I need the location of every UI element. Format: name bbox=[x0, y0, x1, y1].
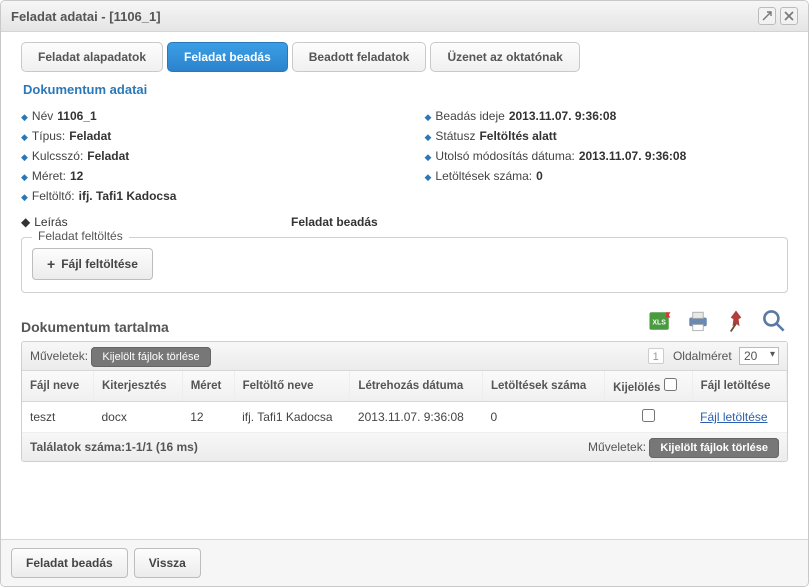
delete-selected-bottom-button[interactable]: Kijelölt fájlok törlése bbox=[649, 438, 779, 458]
label-name: Név bbox=[32, 109, 53, 123]
close-icon[interactable] bbox=[780, 7, 798, 25]
export-icon-strip: XLS bbox=[646, 307, 788, 335]
ops-label-bottom: Műveletek: bbox=[588, 440, 646, 454]
titlebar: Feladat adatai - [1106_1] bbox=[1, 1, 808, 32]
upload-file-button[interactable]: + Fájl feltöltése bbox=[32, 248, 153, 280]
expand-icon[interactable] bbox=[758, 7, 776, 25]
label-lastmod: Utolsó módosítás dátuma: bbox=[435, 149, 574, 163]
label-uploader: Feltöltő: bbox=[32, 189, 75, 203]
search-icon[interactable] bbox=[760, 307, 788, 335]
label-submit-time: Beadás ideje bbox=[435, 109, 504, 123]
col-select[interactable]: Kijelölés bbox=[605, 371, 693, 402]
window-title: Feladat adatai - [1106_1] bbox=[11, 9, 161, 24]
pagesize-select[interactable]: 20 bbox=[739, 347, 779, 365]
value-description: Feladat beadás bbox=[291, 215, 378, 229]
plus-icon: + bbox=[47, 256, 55, 272]
bullet-icon: ◆ bbox=[425, 169, 432, 185]
bullet-icon: ◆ bbox=[21, 129, 28, 145]
value-type: Feladat bbox=[69, 129, 111, 143]
cell-created: 2013.11.07. 9:36:08 bbox=[350, 402, 483, 433]
tab-submission[interactable]: Feladat beadás bbox=[167, 42, 288, 72]
col-ext[interactable]: Kiterjesztés bbox=[93, 371, 182, 402]
dialog-window: Feladat adatai - [1106_1] Feladat alapad… bbox=[0, 0, 809, 587]
bullet-icon: ◆ bbox=[21, 169, 28, 185]
cell-filename: teszt bbox=[22, 402, 93, 433]
titlebar-controls bbox=[758, 7, 798, 25]
bullet-icon: ◆ bbox=[425, 109, 432, 125]
export-xls-icon[interactable]: XLS bbox=[646, 307, 674, 335]
details-right-col: ◆Beadás ideje 2013.11.07. 9:36:08 ◆Státu… bbox=[425, 105, 789, 209]
pagesize-label: Oldalméret bbox=[673, 349, 732, 363]
value-submit-time: 2013.11.07. 9:36:08 bbox=[509, 109, 616, 123]
label-downloads: Letöltések száma: bbox=[435, 169, 532, 183]
col-downloads[interactable]: Letöltések száma bbox=[483, 371, 605, 402]
label-status: Státusz bbox=[435, 129, 475, 143]
bullet-icon: ◆ bbox=[21, 215, 30, 229]
value-lastmod: 2013.11.07. 9:36:08 bbox=[579, 149, 686, 163]
col-created[interactable]: Létrehozás dátuma bbox=[350, 371, 483, 402]
files-grid: Műveletek: Kijelölt fájlok törlése 1 Old… bbox=[21, 341, 788, 462]
table-row: teszt docx 12 ifj. Tafi1 Kadocsa 2013.11… bbox=[22, 402, 787, 433]
row-select-checkbox[interactable] bbox=[642, 409, 655, 422]
ops-label: Műveletek: bbox=[30, 349, 88, 363]
label-size: Méret: bbox=[32, 169, 66, 183]
select-all-checkbox[interactable] bbox=[664, 378, 677, 391]
col-download[interactable]: Fájl letöltése bbox=[692, 371, 786, 402]
upload-fieldset: Feladat feltöltés + Fájl feltöltése bbox=[21, 237, 788, 293]
value-downloads: 0 bbox=[536, 169, 543, 183]
description-row: ◆ Leírás Feladat beadás bbox=[21, 215, 788, 229]
tab-message-teacher[interactable]: Üzenet az oktatónak bbox=[430, 42, 579, 72]
dialog-content: Feladat alapadatok Feladat beadás Beadot… bbox=[1, 32, 808, 539]
upload-button-label: Fájl feltöltése bbox=[61, 257, 138, 271]
col-uploader[interactable]: Feltöltő neve bbox=[234, 371, 350, 402]
cell-uploader: ifj. Tafi1 Kadocsa bbox=[234, 402, 350, 433]
grid-top-bar: Műveletek: Kijelölt fájlok törlése 1 Old… bbox=[22, 342, 787, 371]
doc-content-header: Dokumentum tartalma XLS bbox=[21, 307, 788, 335]
bullet-icon: ◆ bbox=[21, 189, 28, 205]
label-description: Leírás bbox=[34, 215, 67, 229]
col-filename[interactable]: Fájl neve bbox=[22, 371, 93, 402]
bullet-icon: ◆ bbox=[425, 129, 432, 145]
value-size: 12 bbox=[70, 169, 83, 183]
details-block: ◆ Név 1106_1 ◆ Típus: Feladat ◆ Kulcsszó: F… bbox=[21, 105, 788, 209]
label-type: Típus: bbox=[32, 129, 65, 143]
grid-bottom-bar: Találatok száma:1-1/1 (16 ms) Műveletek:… bbox=[22, 433, 787, 461]
value-uploader: ifj. Tafi1 Kadocsa bbox=[79, 189, 177, 203]
col-size[interactable]: Méret bbox=[182, 371, 234, 402]
section-heading: Dokumentum adatai bbox=[21, 82, 788, 97]
value-name: 1106_1 bbox=[57, 109, 96, 123]
download-file-link[interactable]: Fájl letöltése bbox=[700, 410, 767, 424]
bullet-icon: ◆ bbox=[21, 149, 28, 165]
files-table: Fájl neve Kiterjesztés Méret Feltöltő ne… bbox=[22, 371, 787, 433]
details-left-col: ◆ Név 1106_1 ◆ Típus: Feladat ◆ Kulcsszó: F… bbox=[21, 105, 385, 209]
bullet-icon: ◆ bbox=[21, 109, 28, 125]
cell-ext: docx bbox=[93, 402, 182, 433]
svg-text:XLS: XLS bbox=[652, 320, 666, 327]
submit-button[interactable]: Feladat beadás bbox=[11, 548, 128, 578]
cell-downloads: 0 bbox=[483, 402, 605, 433]
tab-basic-data[interactable]: Feladat alapadatok bbox=[21, 42, 163, 72]
doc-content-title: Dokumentum tartalma bbox=[21, 319, 169, 335]
cell-size: 12 bbox=[182, 402, 234, 433]
tab-bar: Feladat alapadatok Feladat beadás Beadot… bbox=[21, 42, 788, 72]
page-number[interactable]: 1 bbox=[648, 348, 664, 364]
pin-icon[interactable] bbox=[722, 307, 750, 335]
upload-legend: Feladat feltöltés bbox=[32, 229, 129, 243]
value-status: Feltöltés alatt bbox=[479, 129, 556, 143]
dialog-footer: Feladat beadás Vissza bbox=[1, 539, 808, 586]
delete-selected-top-button[interactable]: Kijelölt fájlok törlése bbox=[91, 347, 210, 367]
print-icon[interactable] bbox=[684, 307, 712, 335]
label-keyword: Kulcsszó: bbox=[32, 149, 83, 163]
bullet-icon: ◆ bbox=[425, 149, 432, 165]
results-count: Találatok száma:1-1/1 (16 ms) bbox=[30, 440, 198, 454]
value-keyword: Feladat bbox=[87, 149, 129, 163]
back-button[interactable]: Vissza bbox=[134, 548, 201, 578]
tab-submitted[interactable]: Beadott feladatok bbox=[292, 42, 427, 72]
